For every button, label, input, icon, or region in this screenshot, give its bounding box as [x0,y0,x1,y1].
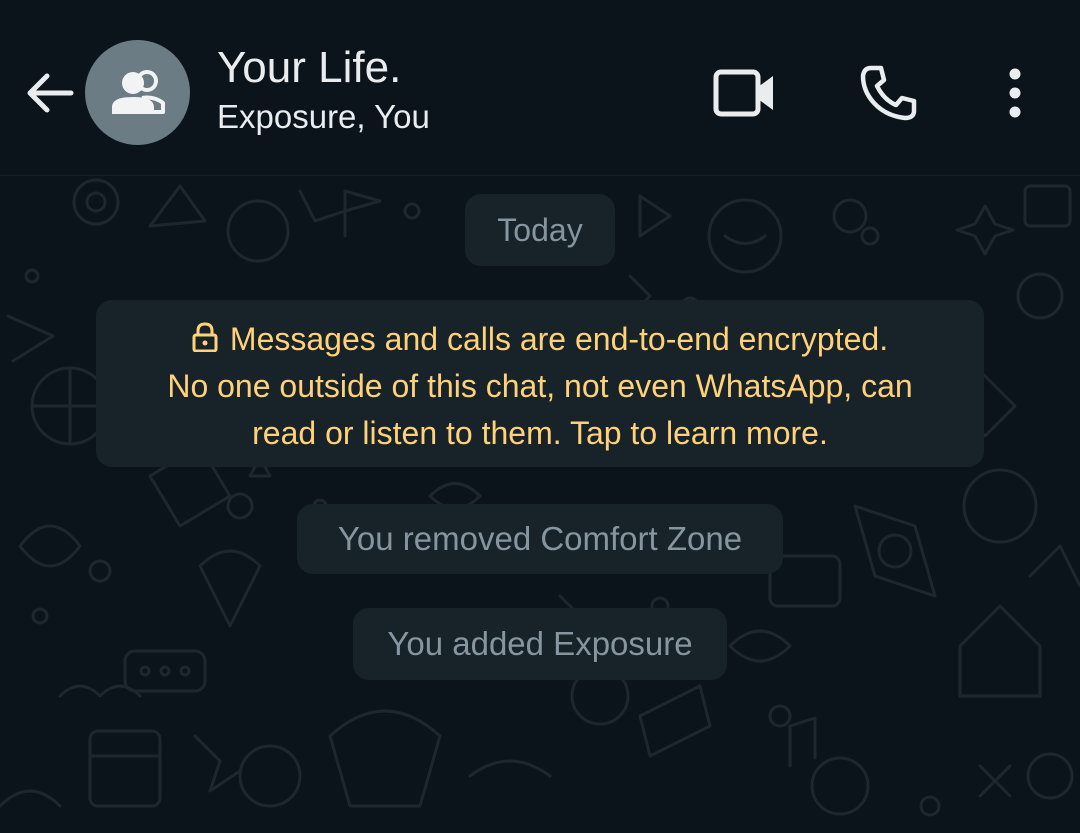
chat-header: Your Life. Exposure, You [0,0,1080,176]
date-divider: Today [465,194,615,266]
chat-participants: Exposure, You [217,98,430,135]
video-call-button[interactable] [705,58,785,128]
encryption-notice-text-3: read or listen to them. Tap to learn mor… [252,415,828,451]
chat-title: Your Life. [217,43,402,92]
encryption-notice-line-1: Messages and calls are end-to-end encryp… [96,316,984,363]
video-camera-icon [713,69,773,117]
more-options-button[interactable] [990,58,1040,128]
group-icon [111,69,165,114]
lock-icon [192,322,218,352]
encryption-notice-text-1: Messages and calls are end-to-end encryp… [229,321,889,357]
arrow-left-icon [27,73,74,113]
phone-icon [860,65,917,121]
group-avatar[interactable] [85,40,190,145]
system-message-removed: You removed Comfort Zone [297,504,783,574]
vertical-dots-icon [1009,68,1021,118]
back-button[interactable] [18,62,80,124]
encryption-notice[interactable]: Messages and calls are end-to-end encryp… [96,300,984,467]
encryption-notice-text-2: No one outside of this chat, not even Wh… [167,368,913,404]
system-message-added: You added Exposure [353,608,727,680]
chat-area[interactable]: Today Messages and calls are end-to-end … [0,176,1080,833]
voice-call-button[interactable] [850,58,926,128]
chat-title-block[interactable]: Your Life. Exposure, You [217,42,430,139]
